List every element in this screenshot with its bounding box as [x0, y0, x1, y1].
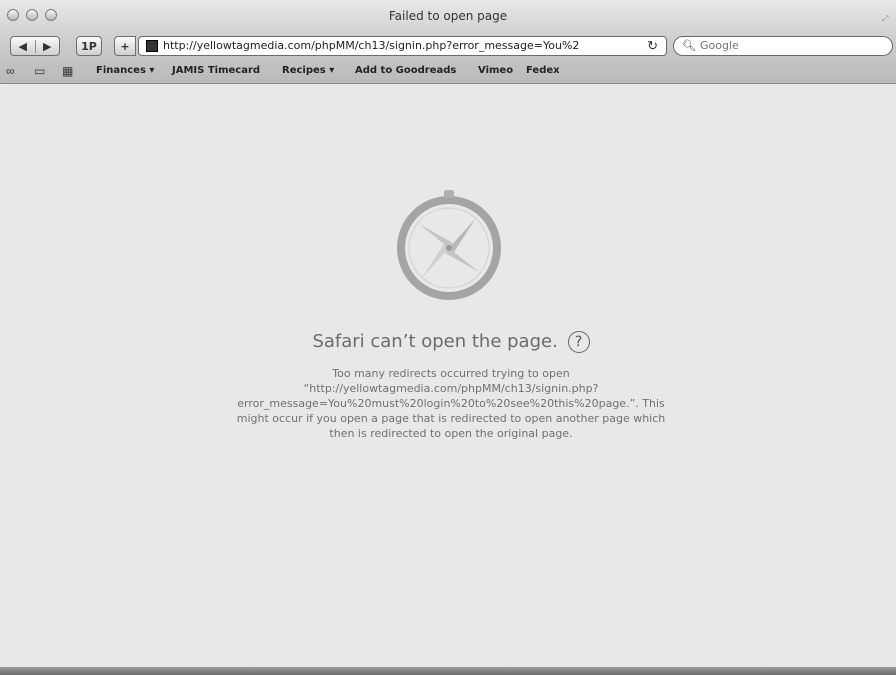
bookmark-add-to-goodreads[interactable]: Add to Goodreads	[355, 65, 456, 76]
bookmark-recipes[interactable]: Recipes ▾	[282, 65, 334, 76]
site-favicon-icon	[146, 40, 158, 52]
forward-button[interactable]: ▶	[36, 40, 60, 53]
bookmark-finances[interactable]: Finances ▾	[96, 65, 154, 76]
reload-icon[interactable]: ↻	[647, 38, 658, 54]
error-message-line: “http://yellowtagmedia.com/phpMM/ch13/si…	[303, 382, 599, 395]
bookmark-vimeo[interactable]: Vimeo	[478, 65, 513, 76]
error-message-line: error_message=You%20must%20login%20to%20…	[237, 397, 665, 410]
search-input[interactable]	[700, 38, 880, 53]
window-title: Failed to open page	[388, 9, 508, 23]
window-bottom-bar	[0, 667, 896, 675]
bookmarks-bar: ∞ ▭ ▦ Finances ▾ JAMIS Timecard Recipes …	[0, 60, 896, 84]
toolbar: ◀ ▶ 1P + http://yellowtagmedia.com/phpMM…	[0, 30, 896, 60]
error-message-line: Too many redirects occurred trying to op…	[332, 367, 570, 380]
top-sites-grid-icon[interactable]: ▦	[62, 64, 73, 78]
bookmarks-book-icon[interactable]: ▭	[34, 64, 45, 78]
onepassword-button[interactable]: 1P	[76, 36, 102, 56]
fullscreen-icon[interactable]: ⤢	[882, 14, 892, 23]
reading-glasses-icon[interactable]: ∞	[6, 64, 15, 78]
url-bar[interactable]: http://yellowtagmedia.com/phpMM/ch13/sig…	[138, 36, 667, 56]
error-message: Too many redirects occurred trying to op…	[186, 366, 716, 441]
bookmark-jamis-timecard[interactable]: JAMIS Timecard	[172, 65, 260, 76]
error-message-line: might occur if you open a page that is r…	[236, 412, 666, 425]
search-bar[interactable]: 🔍︎	[673, 36, 893, 56]
title-bar: Failed to open page ⤢	[0, 0, 896, 30]
back-forward-group: ◀ ▶	[10, 36, 60, 56]
error-title-text: Safari can’t open the page.	[312, 331, 558, 352]
back-button[interactable]: ◀	[11, 39, 36, 53]
help-icon[interactable]: ?	[567, 331, 590, 353]
error-heading: Safari can’t open the page. ?	[6, 331, 896, 353]
add-bookmark-button[interactable]: +	[114, 36, 136, 56]
bookmark-fedex[interactable]: Fedex	[526, 65, 560, 76]
safari-compass-icon	[397, 190, 501, 300]
browser-window: Failed to open page ⤢ ◀ ▶ 1P + http://ye…	[0, 0, 896, 675]
page-content: Safari can’t open the page. ? Too many r…	[6, 84, 896, 667]
error-message-line: then is redirected to open the original …	[329, 427, 573, 440]
url-text[interactable]: http://yellowtagmedia.com/phpMM/ch13/sig…	[163, 39, 579, 52]
search-icon[interactable]: 🔍︎	[682, 39, 696, 52]
